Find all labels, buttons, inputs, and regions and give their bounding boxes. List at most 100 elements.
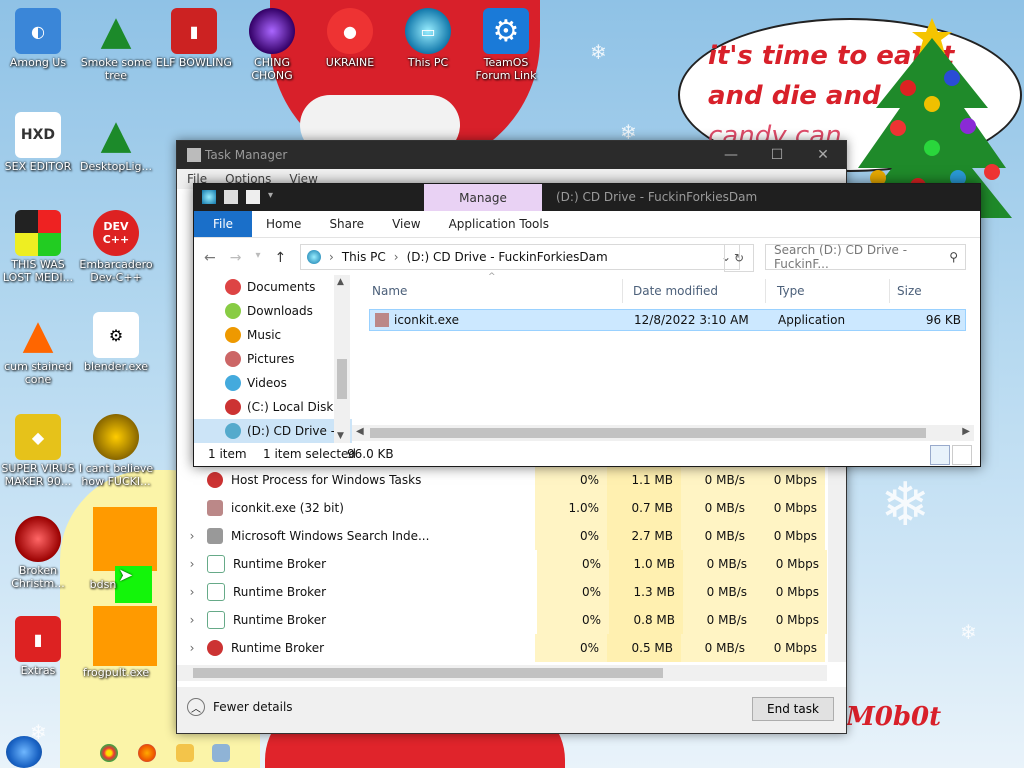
chevron-right-icon[interactable]: › [177, 641, 207, 655]
details-view-icon[interactable] [930, 445, 950, 465]
desktop-icon-ching-chong[interactable]: CHING CHONG [234, 8, 310, 82]
tab-view[interactable]: View [378, 211, 434, 237]
nav-item-cd-drive[interactable]: (D:) CD Drive - F [194, 419, 352, 443]
up-arrow-icon[interactable]: ↑ [275, 250, 287, 266]
task-manager-footer: ︿ Fewer details End task [177, 687, 846, 733]
table-row[interactable]: › Runtime Broker 0% 0.8 MB 0 MB/s 0 Mbps [177, 606, 827, 634]
desktop-icon-smoke-some-tree[interactable]: ▲ Smoke some tree [78, 8, 154, 83]
scroll-left-icon[interactable]: ◀ [356, 426, 364, 437]
view-toggle [930, 445, 972, 465]
search-placeholder: Search (D:) CD Drive - FuckinF... [774, 243, 908, 271]
back-arrow-icon[interactable]: ← [204, 250, 216, 266]
large-icons-view-icon[interactable] [952, 445, 972, 465]
nav-item-pictures[interactable]: Pictures [194, 347, 352, 371]
chevron-right-icon[interactable]: › [177, 613, 207, 627]
start-button[interactable] [6, 736, 42, 768]
scrollbar-thumb[interactable] [337, 359, 347, 399]
nav-item-videos[interactable]: Videos [194, 371, 352, 395]
task-manager-icon[interactable] [212, 744, 230, 762]
desktop-icon-sex-editor[interactable]: HXD SEX EDITOR [0, 112, 76, 173]
scroll-down-icon[interactable]: ▼ [337, 431, 344, 441]
desktop-icon-elf-bowling[interactable]: ▮ ELF BOWLING [156, 8, 232, 69]
table-row[interactable]: › Runtime Broker 0% 1.0 MB 0 MB/s 0 Mbps [177, 550, 827, 578]
search-input[interactable]: Search (D:) CD Drive - FuckinF... ⚲ [765, 243, 966, 271]
forward-arrow-icon[interactable]: → [230, 250, 242, 266]
nav-item-documents[interactable]: Documents [194, 275, 352, 299]
file-list-horizontal-scrollbar[interactable]: ◀ ▶ [352, 425, 974, 441]
address-bar[interactable]: › This PC › (D:) CD Drive - FuckinForkie… [300, 244, 740, 270]
process-cpu: 1.0% [535, 494, 607, 522]
status-selected: 1 item selected [263, 447, 357, 461]
desktop-icon-i-cant-believe[interactable]: I cant believe how FUCKI... [78, 414, 154, 488]
cone-icon: ▲ [22, 311, 54, 358]
breadcrumb-separator-icon: › [329, 250, 334, 264]
scroll-up-icon[interactable]: ▲ [337, 277, 344, 287]
explorer-titlebar[interactable]: ▾ Manage (D:) CD Drive - FuckinForkiesDa… [194, 184, 980, 211]
refresh-button[interactable]: ↻ [724, 244, 754, 272]
desktop-icon-among-us[interactable]: ◐ Among Us [0, 8, 76, 69]
process-vertical-scrollbar[interactable] [828, 466, 846, 662]
tab-home[interactable]: Home [252, 211, 315, 237]
file-row[interactable]: iconkit.exe 12/8/2022 3:10 AM Applicatio… [369, 309, 966, 331]
desktop-icon-extras[interactable]: ▮ Extras [0, 616, 76, 677]
column-type[interactable]: Type [777, 284, 805, 298]
breadcrumb-current[interactable]: (D:) CD Drive - FuckinForkiesDam [407, 250, 608, 264]
breadcrumb-this-pc[interactable]: This PC [342, 250, 386, 264]
desktop-icon-lost-media[interactable]: THIS WAS LOST MEDI... [0, 210, 76, 284]
chevron-right-icon[interactable]: › [177, 529, 207, 543]
minimize-button[interactable]: — [708, 141, 754, 169]
desktop-icon-cum-stained-cone[interactable]: ▲ cum stained cone [0, 311, 76, 387]
manage-tab[interactable]: Manage [424, 184, 542, 211]
chevron-right-icon[interactable]: › [177, 557, 207, 571]
end-task-button[interactable]: End task [752, 697, 834, 721]
task-manager-titlebar[interactable]: Task Manager — ☐ ✕ [177, 141, 846, 169]
column-divider[interactable] [889, 279, 890, 303]
chevron-down-icon[interactable]: ▾ [268, 190, 282, 204]
column-divider[interactable] [765, 279, 766, 303]
nav-item-label: Videos [247, 376, 287, 390]
column-divider[interactable] [622, 279, 623, 303]
maximize-button[interactable]: ☐ [754, 141, 800, 169]
desktop-icon-super-virus-maker[interactable]: ◆ SUPER VIRUS MAKER 90... [0, 414, 76, 488]
process-horizontal-scrollbar[interactable] [177, 665, 827, 681]
desktop-icon-dev-cpp[interactable]: DEV C++ Embarcadero Dev-C++ [78, 210, 154, 284]
fewer-details-button[interactable]: ︿ Fewer details [187, 698, 293, 716]
desktop-icon-frogpult[interactable]: frogpult.exe [78, 666, 154, 679]
nav-item-downloads[interactable]: Downloads [194, 299, 352, 323]
firefox-icon[interactable] [138, 744, 156, 762]
table-row[interactable]: › Runtime Broker 0% 1.3 MB 0 MB/s 0 Mbps [177, 578, 827, 606]
nav-item-local-disk[interactable]: (C:) Local Disk [194, 395, 352, 419]
file-explorer-icon[interactable] [176, 744, 194, 762]
desktop-icon-broken-christmas[interactable]: Broken Christm... [0, 516, 76, 590]
desktop-icon-blender[interactable]: ⚙ blender.exe [78, 312, 154, 373]
chrome-icon[interactable] [100, 744, 118, 762]
scroll-right-icon[interactable]: ▶ [962, 426, 970, 437]
nav-item-music[interactable]: Music [194, 323, 352, 347]
desktop-icon-this-pc[interactable]: ▭ This PC [390, 8, 466, 69]
properties-icon[interactable] [224, 190, 238, 204]
table-row[interactable]: › Runtime Broker 0% 0.5 MB 0 MB/s 0 Mbps [177, 634, 827, 662]
tab-share[interactable]: Share [315, 211, 378, 237]
nav-pane-scrollbar[interactable]: ▲ ▼ [334, 275, 350, 443]
scrollbar-thumb[interactable] [193, 668, 663, 678]
column-name[interactable]: Name [372, 284, 407, 298]
process-name: Runtime Broker [231, 641, 325, 655]
tab-file[interactable]: File [194, 211, 252, 237]
column-size[interactable]: Size [897, 284, 922, 298]
process-disk: 0 MB/s [681, 494, 753, 522]
sort-up-icon: ^ [488, 272, 496, 282]
chevron-down-icon[interactable]: ▾ [255, 250, 260, 266]
disc-icon[interactable] [202, 190, 216, 204]
chevron-right-icon[interactable]: › [177, 585, 207, 599]
column-date-modified[interactable]: Date modified [633, 284, 718, 298]
desktop-icon-ukraine[interactable]: ● UKRAINE [312, 8, 388, 69]
table-row[interactable]: › Microsoft Windows Search Inde... 0% 2.… [177, 522, 827, 550]
desktop-icon-teamos-forum-link[interactable]: ⚙ TeamOS Forum Link [468, 8, 544, 82]
close-button[interactable]: ✕ [800, 141, 846, 169]
table-row[interactable]: Host Process for Windows Tasks 0% 1.1 MB… [177, 466, 827, 494]
new-folder-icon[interactable] [246, 190, 260, 204]
tab-application-tools[interactable]: Application Tools [435, 211, 563, 237]
table-row[interactable]: iconkit.exe (32 bit) 1.0% 0.7 MB 0 MB/s … [177, 494, 827, 522]
scrollbar-thumb[interactable] [370, 428, 926, 438]
desktop-icon-desktoplig[interactable]: ▲ DesktopLig... [78, 112, 154, 174]
